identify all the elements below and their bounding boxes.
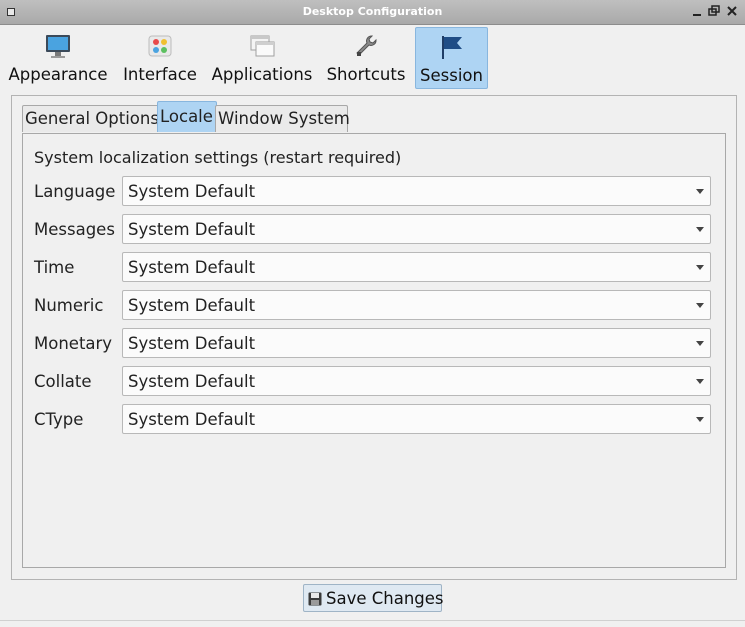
toolbar-item-label: Shortcuts — [326, 65, 406, 84]
palette-icon — [146, 32, 174, 60]
toolbar-item-shortcuts[interactable]: Shortcuts — [322, 27, 410, 87]
chevron-down-icon — [696, 303, 704, 308]
ctype-label: CType — [34, 410, 84, 429]
monetary-value: System Default — [128, 334, 256, 353]
chevron-down-icon — [696, 379, 704, 384]
save-changes-label: Save Changes — [326, 589, 444, 608]
language-label: Language — [34, 182, 116, 201]
toolbar-item-label: Applications — [211, 65, 313, 84]
title-bar: Desktop Configuration — [0, 0, 745, 25]
collate-label: Collate — [34, 372, 92, 391]
toolbar-item-label: Interface — [123, 65, 197, 84]
tab-locale[interactable]: Locale — [157, 101, 217, 132]
chevron-down-icon — [696, 189, 704, 194]
flag-icon — [438, 33, 466, 61]
ctype-value: System Default — [128, 410, 256, 429]
chevron-down-icon — [696, 227, 704, 232]
maximize-icon[interactable] — [707, 3, 721, 19]
chevron-down-icon — [696, 417, 704, 422]
tab-general-options[interactable]: General Options — [22, 105, 159, 132]
close-icon[interactable] — [725, 3, 739, 19]
time-select[interactable]: System Default — [122, 252, 711, 282]
monetary-select[interactable]: System Default — [122, 328, 711, 358]
toolbar-item-label: Session — [420, 66, 483, 85]
category-toolbar: Appearance Interface Applications Shortc… — [0, 25, 745, 89]
save-changes-button[interactable]: Save Changes — [303, 584, 444, 612]
collate-select[interactable]: System Default — [122, 366, 711, 396]
messages-select[interactable]: System Default — [122, 214, 711, 244]
floppy-disk-icon — [308, 591, 322, 606]
language-select[interactable]: System Default — [122, 176, 711, 206]
collate-value: System Default — [128, 372, 256, 391]
monetary-label: Monetary — [34, 334, 113, 353]
monitor-icon — [44, 32, 72, 60]
windows-icon — [248, 32, 276, 60]
toolbar-item-label: Appearance — [8, 65, 108, 84]
ctype-select[interactable]: System Default — [122, 404, 711, 434]
numeric-select[interactable]: System Default — [122, 290, 711, 320]
toolbar-item-interface[interactable]: Interface — [119, 27, 201, 87]
chevron-down-icon — [696, 341, 704, 346]
wrench-icon — [352, 32, 380, 60]
toolbar-item-appearance[interactable]: Appearance — [6, 27, 110, 87]
toolbar-item-applications[interactable]: Applications — [210, 27, 314, 87]
numeric-value: System Default — [128, 296, 256, 315]
locale-panel: System localization settings (restart re… — [22, 133, 726, 568]
language-value: System Default — [128, 182, 256, 201]
chevron-down-icon — [696, 265, 704, 270]
window-title: Desktop Configuration — [302, 5, 443, 18]
messages-label: Messages — [34, 220, 115, 239]
locale-heading: System localization settings (restart re… — [34, 148, 402, 167]
toolbar-item-session[interactable]: Session — [415, 27, 488, 89]
numeric-label: Numeric — [34, 296, 104, 315]
minimize-icon[interactable] — [690, 3, 704, 19]
time-value: System Default — [128, 258, 256, 277]
time-label: Time — [34, 258, 75, 277]
tab-window-system[interactable]: Window System — [215, 105, 350, 132]
messages-value: System Default — [128, 220, 256, 239]
